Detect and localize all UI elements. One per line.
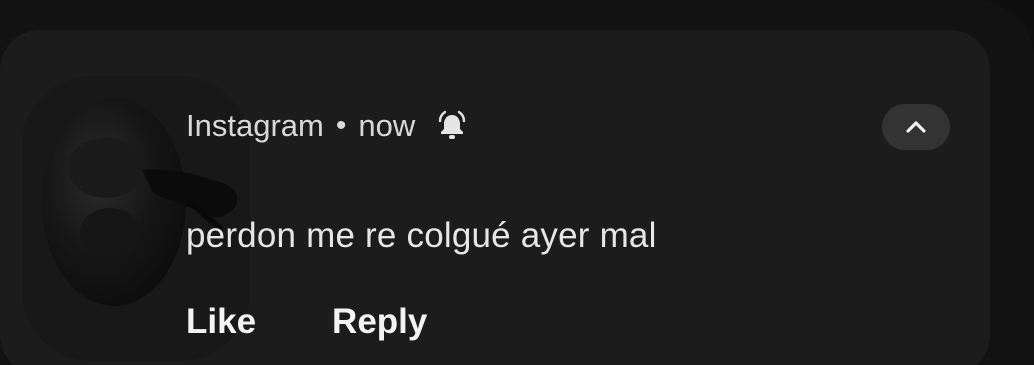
chevron-up-icon bbox=[906, 121, 926, 133]
notification-header: Instagram • now bbox=[186, 106, 469, 146]
notification-message: perdon me re colgué ayer mal bbox=[186, 216, 657, 255]
notification-stage: Instagram • now perdon me re colgué ayer… bbox=[0, 0, 1034, 365]
header-separator: • bbox=[335, 109, 347, 142]
instagram-notification-card[interactable]: Instagram • now perdon me re colgué ayer… bbox=[0, 30, 990, 365]
notification-actions: Like Reply bbox=[186, 302, 427, 342]
reply-button[interactable]: Reply bbox=[332, 302, 427, 342]
like-button[interactable]: Like bbox=[186, 302, 256, 342]
bell-ringing-icon bbox=[435, 109, 469, 143]
app-name: Instagram bbox=[186, 108, 324, 143]
collapse-button[interactable] bbox=[882, 104, 950, 150]
timestamp: now bbox=[358, 108, 416, 143]
